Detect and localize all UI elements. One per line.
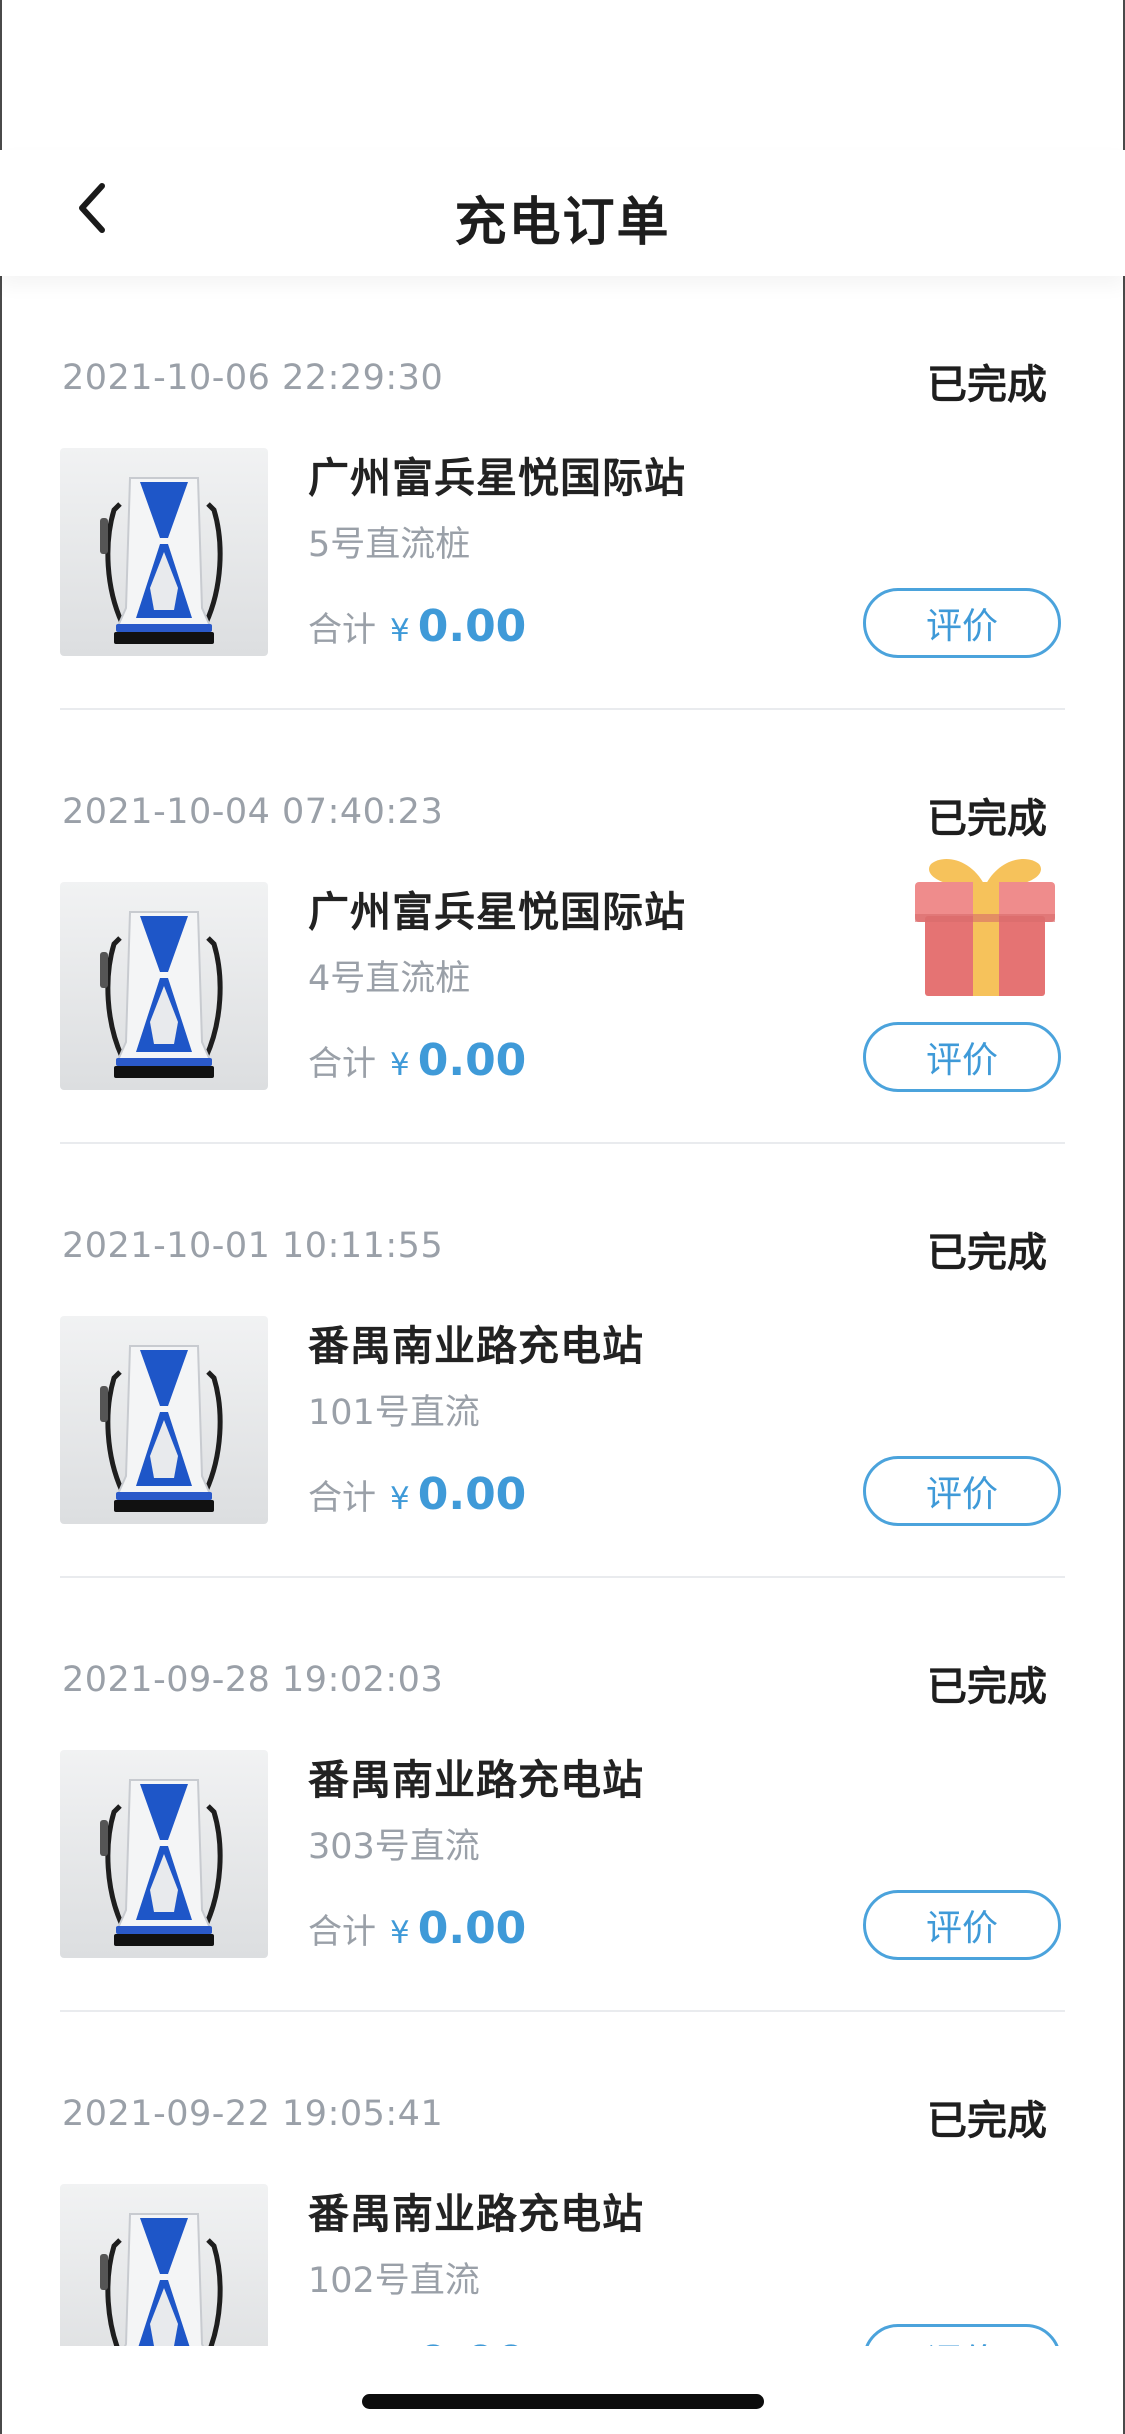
station-name: 番禺南业路充电站 — [308, 1322, 644, 1370]
order-total: 合计 ¥ 0.00 — [308, 1903, 526, 1954]
order-status: 已完成 — [927, 2098, 1047, 2144]
order-amount: 0.00 — [417, 1035, 527, 1086]
order-card[interactable]: 2021-09-22 19:05:41 已完成 番禺南业路充电站 102号直流 … — [60, 2012, 1065, 2346]
charging-pile-icon — [100, 477, 223, 644]
order-card[interactable]: 2021-10-04 07:40:23 已完成 广州富兵星悦国际站 4号直流桩 … — [60, 710, 1065, 1144]
total-label: 合计 — [308, 610, 376, 650]
review-button[interactable]: 评价 — [863, 1456, 1061, 1526]
order-amount: 0.00 — [418, 2337, 527, 2346]
pile-name: 303号直流 — [308, 1827, 480, 1867]
currency-symbol: ¥ — [390, 613, 410, 649]
order-amount: 0.00 — [417, 1903, 527, 1954]
order-total: 合计 ¥ 0.00 — [308, 1469, 526, 1520]
charger-thumbnail — [60, 1316, 268, 1524]
charger-thumbnail — [60, 882, 268, 1090]
review-button[interactable]: 评价 — [863, 2324, 1061, 2346]
charging-pile-icon — [100, 911, 223, 1078]
pile-name: 102号直流 — [308, 2261, 480, 2301]
currency-symbol: ¥ — [390, 1915, 410, 1951]
station-name: 番禺南业路充电站 — [308, 1756, 644, 1804]
total-label: 合计 — [308, 1044, 376, 1084]
pile-name: 5号直流桩 — [308, 525, 471, 565]
charger-thumbnail — [60, 448, 268, 656]
status-bar-area — [0, 0, 1125, 150]
review-button[interactable]: 评价 — [863, 1890, 1061, 1960]
pile-name: 101号直流 — [308, 1393, 480, 1433]
order-amount: 0.00 — [417, 601, 527, 652]
currency-symbol: ¥ — [390, 1047, 410, 1083]
order-card[interactable]: 2021-10-01 10:11:55 已完成 番禺南业路充电站 101号直流 … — [60, 1144, 1065, 1578]
review-button[interactable]: 评价 — [863, 1022, 1061, 1092]
station-name: 广州富兵星悦国际站 — [308, 888, 686, 936]
order-status: 已完成 — [927, 796, 1047, 842]
navigation-bar: 充电订单 — [0, 150, 1125, 276]
total-label: 合计 — [308, 1478, 376, 1518]
charger-thumbnail — [60, 1750, 268, 1958]
total-label: 合计 — [308, 2338, 376, 2346]
order-time: 2021-10-04 07:40:23 — [62, 792, 444, 832]
order-time: 2021-10-01 10:11:55 — [62, 1226, 444, 1266]
order-card[interactable]: 2021-09-28 19:02:03 已完成 番禺南业路充电站 303号直流 … — [60, 1578, 1065, 2012]
charging-pile-icon — [100, 1345, 223, 1512]
order-time: 2021-09-28 19:02:03 — [62, 1660, 444, 1700]
order-status: 已完成 — [927, 362, 1047, 408]
order-time: 2021-10-06 22:29:30 — [62, 358, 444, 398]
review-button[interactable]: 评价 — [863, 588, 1061, 658]
order-amount: 0.00 — [417, 1469, 527, 1520]
home-indicator[interactable] — [362, 2394, 764, 2409]
page-title: 充电订单 — [454, 193, 671, 253]
charging-pile-icon — [100, 2213, 223, 2346]
station-name: 广州富兵星悦国际站 — [308, 454, 686, 502]
order-total: 合计 ¥ 0.00 — [308, 2337, 527, 2346]
station-name: 番禺南业路充电站 — [308, 2190, 644, 2238]
pile-name: 4号直流桩 — [308, 959, 471, 999]
order-total: 合计 ¥ 0.00 — [308, 1035, 526, 1086]
order-status: 已完成 — [927, 1230, 1047, 1276]
currency-symbol: ¥ — [390, 1481, 410, 1517]
order-list[interactable]: 2021-10-06 22:29:30 已完成 广州富兵星悦国际站 5号直流桩 … — [0, 276, 1125, 2346]
order-time: 2021-09-22 19:05:41 — [62, 2094, 444, 2134]
charging-pile-icon — [100, 1779, 223, 1946]
order-card[interactable]: 2021-10-06 22:29:30 已完成 广州富兵星悦国际站 5号直流桩 … — [60, 276, 1065, 710]
gift-icon[interactable] — [911, 852, 1059, 998]
total-label: 合计 — [308, 1912, 376, 1952]
charger-thumbnail — [60, 2184, 268, 2346]
order-total: 合计 ¥ 0.00 — [308, 601, 526, 652]
order-status: 已完成 — [927, 1664, 1047, 1710]
